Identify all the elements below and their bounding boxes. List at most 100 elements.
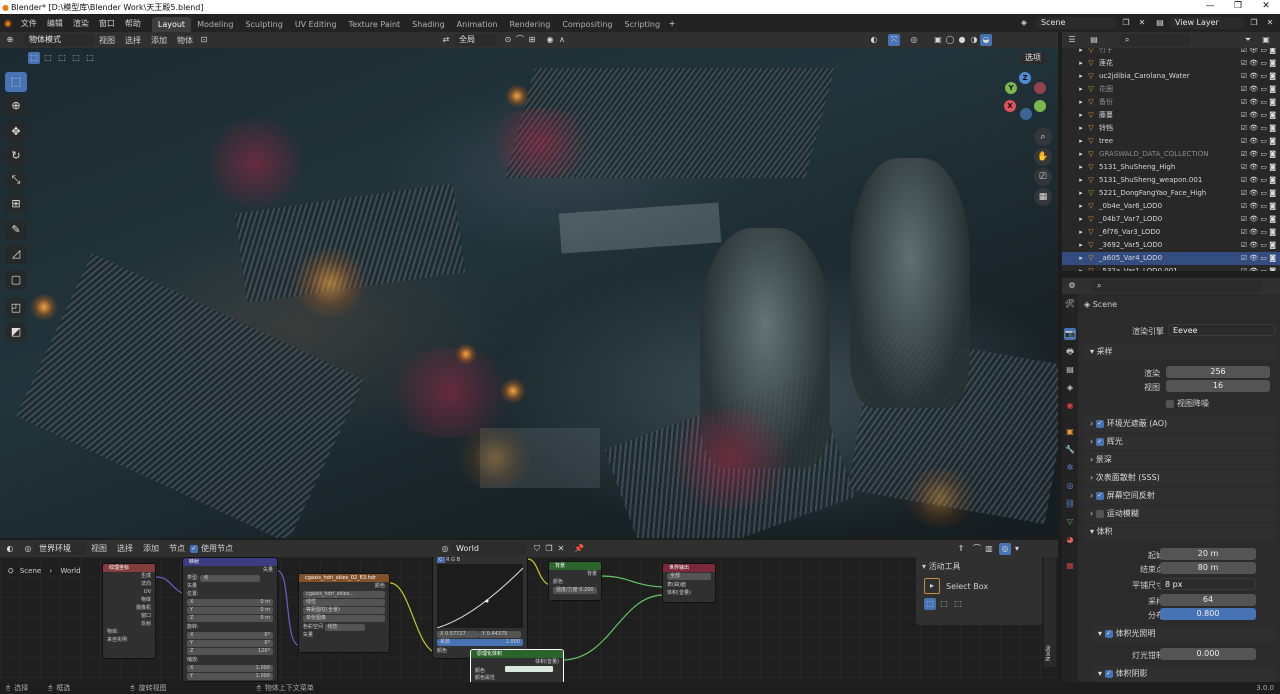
restore-button[interactable]: ❐ [1224, 0, 1252, 14]
pin-icon[interactable]: 📌 [573, 543, 585, 555]
outliner-item-label[interactable]: 备份 [1099, 98, 1113, 106]
vol-lighting-checkbox[interactable]: ✓ [1104, 629, 1113, 638]
rotate-tool-icon[interactable]: ↻ [5, 146, 27, 166]
outliner-item-label[interactable]: 5221_DongFangYao_Face_High [1099, 189, 1206, 197]
cursor-tool-icon[interactable]: ⊕ [5, 96, 27, 116]
snap-node-type-icon[interactable]: ▥ [983, 543, 995, 555]
node-editor[interactable]: ⛭ Scene › World 纹理坐标 生成 法向 UV 物体 摄像机 窗口 … [0, 557, 1058, 682]
tab-scripting[interactable]: Scripting [618, 17, 666, 32]
outliner-item-label[interactable]: GRASWALD_DATA_COLLECTION [1099, 150, 1208, 158]
snap-type-icon[interactable]: ⊞ [526, 34, 538, 46]
ssr-section[interactable]: › ✓ 屏幕空间反射 [1084, 488, 1276, 504]
object-tab-icon[interactable]: ▣ [1064, 426, 1076, 438]
gizmo-toggle-icon[interactable]: ⤧ [888, 34, 900, 46]
exclude-checkbox-icon[interactable]: ☑ [1241, 85, 1250, 93]
texcoord-output-window[interactable]: 窗口 [103, 612, 155, 620]
exclude-checkbox-icon[interactable]: ☑ [1241, 48, 1250, 54]
properties-type-icon[interactable]: ⚙ [1066, 280, 1078, 292]
menu-edit[interactable]: 编辑 [42, 15, 68, 32]
outliner-row[interactable]: ▸ ▽ 铃铛 ☑ 👁 ▭ ◙ [1062, 122, 1280, 135]
monitor-icon[interactable]: ▭ [1260, 189, 1269, 197]
outliner-item-label[interactable]: tree [1099, 137, 1113, 145]
node-select-extend-icon[interactable]: ⬚ [938, 598, 950, 610]
snap-icon[interactable]: ⌒ [514, 34, 526, 46]
vp-menu-object[interactable]: 物体 [172, 32, 198, 49]
delete-scene-icon[interactable]: ✕ [1136, 17, 1148, 29]
3d-viewport[interactable]: ⬚ ⬚ ⬚ ⬚ ⬚ 选项 ⬚ ⊕ ✥ ↻ ⤡ ⊞ ✎ ◿ ▢ ◰ ◩ Z Y X… [0, 48, 1058, 538]
perspective-grid-icon[interactable]: ▦ [1034, 188, 1052, 206]
monitor-icon[interactable]: ▭ [1260, 98, 1269, 106]
expand-arrow-icon[interactable]: ▸ [1076, 122, 1086, 135]
fake-user-icon[interactable]: ⛉ [531, 543, 543, 555]
select-new-icon[interactable]: ⬚ [28, 52, 40, 64]
expand-arrow-icon[interactable]: ▸ [1076, 252, 1086, 265]
gizmo-neg-x-axis[interactable] [1034, 82, 1046, 94]
expand-arrow-icon[interactable]: ▸ [1076, 200, 1086, 213]
camera-icon[interactable]: ◙ [1269, 241, 1276, 249]
volume-output[interactable]: 体积(音量) [471, 658, 563, 666]
background-node[interactable]: 背景 背景 颜色 强度/力度 0.200 [548, 561, 602, 601]
minimize-button[interactable]: — [1196, 0, 1224, 14]
shading-wireframe-icon[interactable]: ◯ [944, 34, 956, 46]
properties-search-input[interactable]: ⌕ [1092, 280, 1262, 292]
eye-icon[interactable]: 👁 [1249, 59, 1260, 67]
envtex-projection[interactable]: 等距圆柱(全景) [303, 607, 385, 614]
eye-icon[interactable]: 👁 [1249, 176, 1260, 184]
monitor-icon[interactable]: ▭ [1260, 176, 1269, 184]
outliner-item-label[interactable]: _532a_Var1_LOD0.001 [1099, 267, 1178, 271]
outliner-row[interactable]: ▸ ▽ 花圈 ☑ 👁 ▭ ◙ [1062, 83, 1280, 96]
monitor-icon[interactable]: ▭ [1260, 254, 1269, 262]
add-workspace-icon[interactable]: + [666, 18, 678, 30]
monitor-icon[interactable]: ▭ [1260, 59, 1269, 67]
motion-blur-section[interactable]: › 运动模糊 [1084, 506, 1276, 522]
camera-icon[interactable]: ◙ [1269, 150, 1276, 158]
select-intersect-icon[interactable]: ⬚ [70, 52, 82, 64]
add-cube-tool-icon[interactable]: ▢ [5, 270, 27, 290]
camera-icon[interactable]: ◙ [1269, 98, 1276, 106]
delete-view-layer-icon[interactable]: ✕ [1264, 17, 1276, 29]
outliner-item-label[interactable]: _0b4e_Var6_LOD0 [1099, 202, 1162, 210]
node-sidebar-tab[interactable]: Node [1045, 637, 1055, 661]
expand-arrow-icon[interactable]: ▸ [1076, 161, 1086, 174]
outliner-item-label[interactable]: 花圈 [1099, 85, 1113, 93]
mapping-scale-y[interactable]: Y 1.000 [187, 673, 273, 680]
eye-icon[interactable]: 👁 [1249, 137, 1260, 145]
envtex-input-vector[interactable]: 矢量 [299, 631, 389, 639]
camera-icon[interactable]: ◙ [1269, 85, 1276, 93]
eye-icon[interactable]: 👁 [1249, 111, 1260, 119]
mode-selector[interactable]: 物体模式 [24, 34, 94, 46]
expand-arrow-icon[interactable]: ▸ [1076, 57, 1086, 70]
navigation-gizmo[interactable]: Z Y X [1000, 70, 1050, 120]
outliner-row[interactable]: ▸ ▽ _0b4e_Var6_LOD0 ☑ 👁 ▭ ◙ [1062, 200, 1280, 213]
exclude-checkbox-icon[interactable]: ☑ [1241, 98, 1250, 106]
node-overlay-icon[interactable]: ◎ [999, 542, 1011, 555]
outliner-item-label[interactable]: _a605_Var4_LOD0 [1099, 254, 1162, 262]
camera-icon[interactable]: ◙ [1269, 176, 1276, 184]
exclude-checkbox-icon[interactable]: ☑ [1241, 189, 1250, 197]
bloom-section[interactable]: › ✓ 辉光 [1084, 434, 1276, 450]
xray-icon[interactable]: ▣ [932, 34, 944, 46]
texture-tab-icon[interactable]: ▦ [1064, 560, 1076, 572]
outliner-item-label[interactable]: 5131_ShuSheng_weapon.001 [1099, 176, 1202, 184]
eye-icon[interactable]: 👁 [1249, 124, 1260, 132]
vol-start-field[interactable]: 20 m [1160, 548, 1256, 560]
render-engine-selector[interactable]: Eevee [1168, 324, 1276, 336]
ne-menu-node[interactable]: 节点 [164, 540, 190, 557]
texture-coordinate-node[interactable]: 纹理坐标 生成 法向 UV 物体 摄像机 窗口 反射 物体: 来自实例 [102, 563, 156, 659]
exclude-checkbox-icon[interactable]: ☑ [1241, 176, 1250, 184]
outliner-row[interactable]: ▸ ▽ 藤蔓 ☑ 👁 ▭ ◙ [1062, 109, 1280, 122]
camera-view-icon[interactable]: ⎚ [1034, 168, 1052, 186]
sss-section[interactable]: › 次表面散射 (SSS) [1084, 470, 1276, 486]
monitor-icon[interactable]: ▭ [1260, 48, 1269, 54]
outliner-row[interactable]: ▸ ▽ 5131_ShuSheng_High ☑ 👁 ▭ ◙ [1062, 161, 1280, 174]
outliner-row[interactable]: ▸ ▽ tree ☑ 👁 ▭ ◙ [1062, 135, 1280, 148]
tab-sculpting[interactable]: Sculpting [239, 17, 288, 32]
eye-icon[interactable]: 👁 [1249, 48, 1260, 54]
camera-icon[interactable]: ◙ [1269, 72, 1276, 80]
camera-icon[interactable]: ◙ [1269, 124, 1276, 132]
expand-arrow-icon[interactable]: ▸ [1076, 109, 1086, 122]
view-layer-tab-icon[interactable]: ▤ [1064, 364, 1076, 376]
shading-rendered-icon[interactable]: ◒ [980, 34, 992, 46]
exclude-checkbox-icon[interactable]: ☑ [1241, 215, 1250, 223]
gizmo-y-axis[interactable]: Y [1005, 82, 1017, 94]
